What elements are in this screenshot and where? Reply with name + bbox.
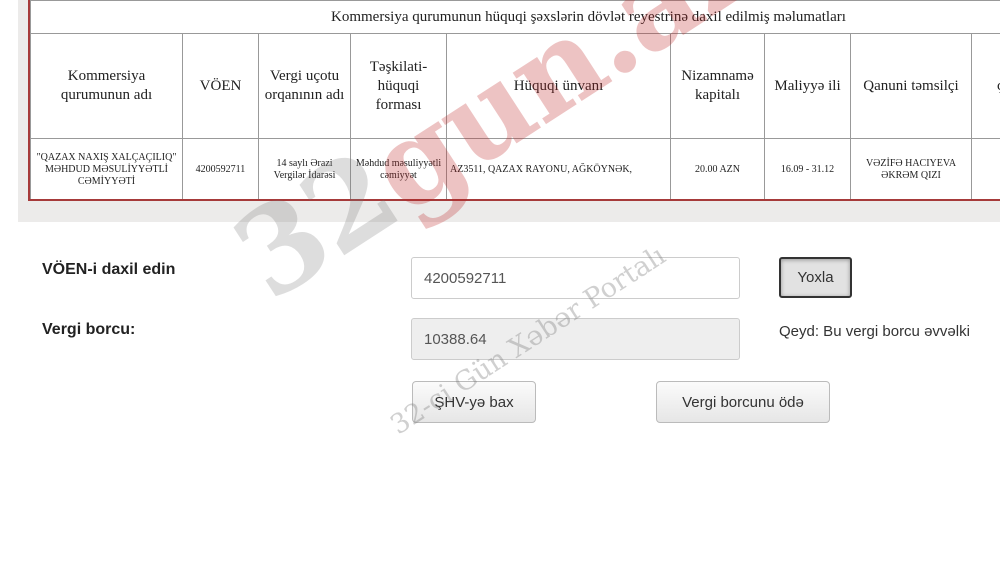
col-header-cut: ç... — [970, 33, 1000, 139]
voen-input[interactable]: 4200592711 — [411, 257, 740, 299]
registry-table-container: Kommersiya qurumunun hüquqi şəxslərin dö… — [28, 0, 1000, 201]
cell-legal-form: Məhdud məsuliyyətli cəmiyyət — [350, 138, 447, 199]
cell-tax-office: 14 saylı Ərazi Vergilər İdarəsi — [258, 138, 351, 199]
col-header-name: Kommersiya qurumunun adı — [30, 33, 183, 139]
cell-address: AZ3511, QAZAX RAYONU, AĞKÖYNƏK, — [446, 138, 671, 199]
debt-field: 10388.64 — [411, 318, 740, 360]
pay-debt-button[interactable]: Vergi borcunu ödə — [656, 381, 830, 423]
debt-label: Vergi borcu: — [42, 321, 136, 338]
col-header-voen: VÖEN — [182, 33, 259, 139]
cell-fiscal-year: 16.09 - 31.12 — [764, 138, 851, 199]
table-row: "QAZAX NAXIŞ XALÇAÇILIQ" MƏHDUD MƏSULİYY… — [30, 138, 1000, 199]
cell-representative: VƏZİFƏ HACIYEVA ƏKRƏM QIZI — [850, 138, 972, 199]
debt-note: Qeyd: Bu vergi borcu əvvəlki — [779, 323, 970, 340]
shv-button[interactable]: ŞHV-yə bax — [412, 381, 536, 423]
registry-title: Kommersiya qurumunun hüquqi şəxslərin dö… — [30, 0, 1000, 34]
col-header-capital: Nizamnamə kapitalı — [670, 33, 765, 139]
voen-label: VÖEN-i daxil edin — [42, 261, 176, 278]
registry-table: Kommersiya qurumunun hüquqi şəxslərin dö… — [30, 0, 1000, 199]
col-header-fiscal-year: Maliyyə ili — [764, 33, 851, 139]
cell-capital: 20.00 AZN — [670, 138, 765, 199]
col-header-address: Hüquqi ünvanı — [446, 33, 671, 139]
cell-cut — [970, 138, 1000, 199]
col-header-representative: Qanuni təmsilçi — [850, 33, 972, 139]
check-button[interactable]: Yoxla — [779, 257, 852, 298]
col-header-tax-office: Vergi uçotu orqanının adı — [258, 33, 351, 139]
col-header-legal-form: Təşkilati-hüquqi forması — [350, 33, 447, 139]
cell-voen: 4200592711 — [182, 138, 259, 199]
cell-name: "QAZAX NAXIŞ XALÇAÇILIQ" MƏHDUD MƏSULİYY… — [30, 138, 183, 199]
